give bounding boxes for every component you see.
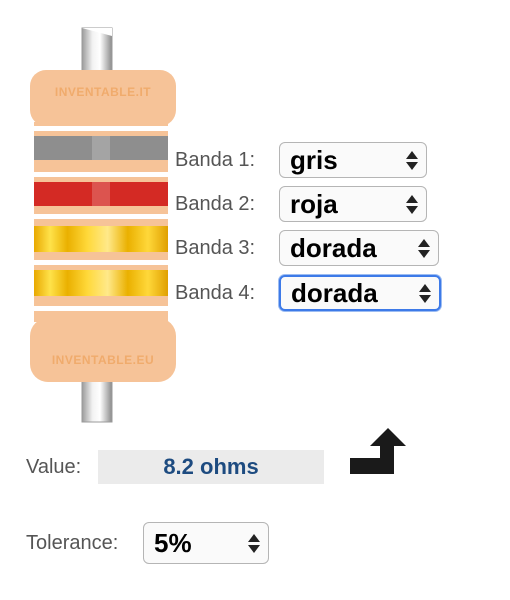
band-2-value: roja <box>290 188 338 219</box>
resistor-cap-bottom <box>30 318 176 382</box>
result-label: Value: <box>26 455 82 478</box>
band-2-label: Banda 2: <box>175 192 256 215</box>
band-4-row: Banda 4: dorada <box>175 275 441 311</box>
select-arrows-icon <box>248 533 260 553</box>
band-1-label: Banda 1: <box>175 148 256 171</box>
tolerance-value: 5% <box>154 527 192 558</box>
resistor-band-3 <box>34 226 168 252</box>
band-1-value: gris <box>290 144 338 175</box>
resistor-illustration: INVENTABLE.IT INVENTABLE.EU <box>30 27 176 423</box>
tolerance-label: Tolerance: <box>26 531 119 554</box>
arrow-turn-up-icon[interactable] <box>344 424 410 480</box>
band-3-label: Banda 3: <box>175 236 256 259</box>
resistor-lead-top <box>81 27 113 75</box>
resistor-band-4 <box>34 270 168 296</box>
tolerance-row: Tolerance: 5% <box>26 522 269 564</box>
band-1-select[interactable]: gris <box>279 142 427 178</box>
band-3-value: dorada <box>290 232 377 263</box>
band-4-label: Banda 4: <box>175 281 256 304</box>
result-row: Value: 8.2 ohms <box>26 450 324 484</box>
band-4-value: dorada <box>291 277 378 308</box>
band-2-row: Banda 2: roja <box>175 186 427 222</box>
tolerance-select[interactable]: 5% <box>143 522 269 564</box>
band-3-row: Banda 3: dorada <box>175 230 439 266</box>
band-3-select[interactable]: dorada <box>279 230 439 266</box>
band-1-row: Banda 1: gris <box>175 142 427 178</box>
result-value: 8.2 ohms <box>98 450 324 484</box>
select-arrows-icon <box>406 194 418 214</box>
resistor-logo-top: INVENTABLE.IT <box>55 85 151 99</box>
band-2-select[interactable]: roja <box>279 186 427 222</box>
select-arrows-icon <box>419 283 431 303</box>
resistor-logo-bottom: INVENTABLE.EU <box>52 353 154 367</box>
select-arrows-icon <box>406 150 418 170</box>
band-4-select[interactable]: dorada <box>279 275 441 311</box>
select-arrows-icon <box>418 238 430 258</box>
